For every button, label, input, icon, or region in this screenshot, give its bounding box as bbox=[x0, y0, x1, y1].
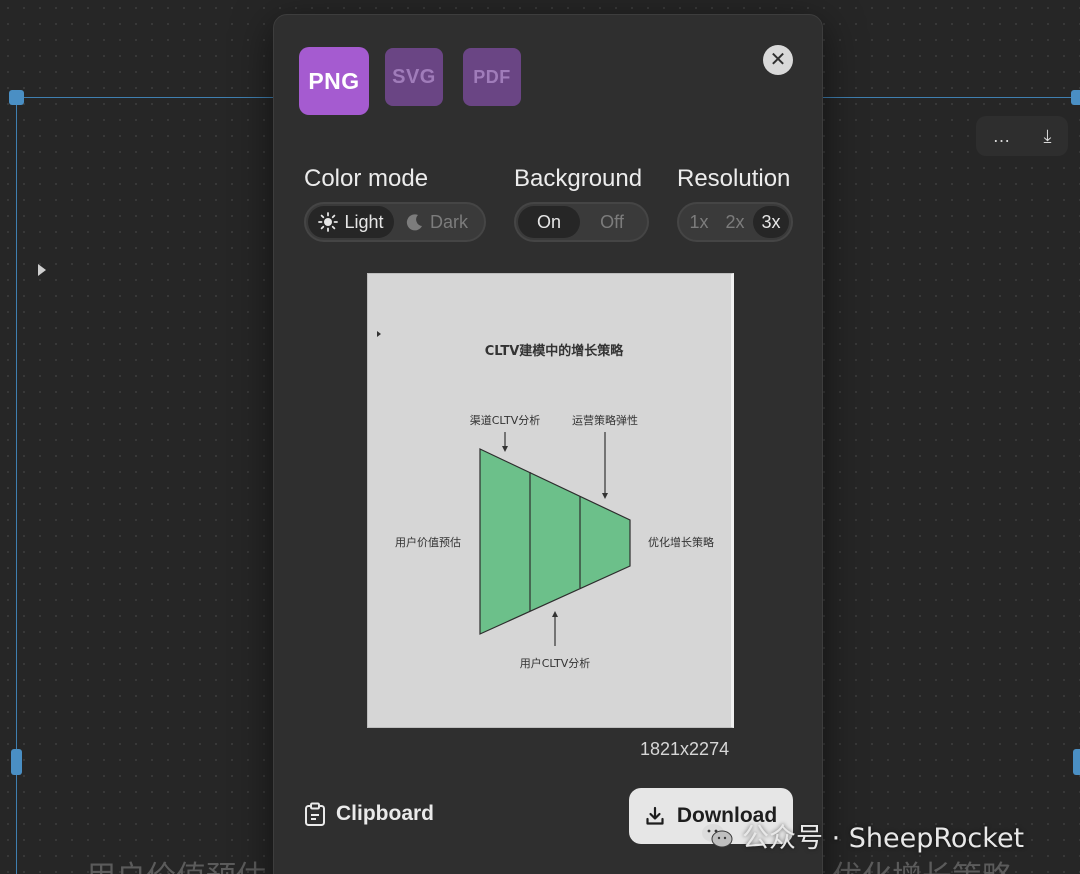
selection-handle-top-left[interactable] bbox=[9, 90, 24, 105]
close-icon: ✕ bbox=[769, 49, 787, 71]
moon-icon bbox=[406, 214, 422, 231]
preview-marker-icon bbox=[377, 331, 381, 337]
background-off-option[interactable]: Off bbox=[580, 206, 644, 238]
canvas-toolbar: … ⤓ bbox=[976, 116, 1068, 156]
sun-icon bbox=[318, 212, 339, 232]
preview-label-top-left: 渠道CLTV分析 bbox=[470, 413, 541, 427]
arrowhead-top-left bbox=[502, 446, 508, 452]
resolution-label: Resolution bbox=[677, 165, 791, 192]
arrowhead-bottom bbox=[552, 611, 558, 617]
preview-label-right: 优化增长策略 bbox=[648, 535, 714, 549]
canvas-text-right: 优化增长策略 bbox=[832, 852, 1012, 874]
download-icon[interactable]: ⤓ bbox=[1044, 126, 1052, 147]
more-icon[interactable]: … bbox=[993, 126, 1011, 147]
preview-title: CLTV建模中的增长策略 bbox=[485, 343, 625, 359]
background-on-option[interactable]: On bbox=[518, 206, 580, 238]
download-arrow-icon bbox=[646, 806, 664, 825]
resolution-2x-option[interactable]: 2x bbox=[717, 206, 753, 238]
clipboard-icon bbox=[305, 802, 325, 826]
close-button[interactable]: ✕ bbox=[763, 45, 793, 75]
clipboard-label: Clipboard bbox=[336, 802, 434, 825]
format-pdf-button[interactable]: PDF bbox=[463, 48, 521, 106]
export-preview: CLTV建模中的增长策略 渠道CLTV分析 运营策略弹性 用户价值预估 优化增长… bbox=[367, 273, 734, 728]
background-label: Background bbox=[514, 165, 643, 192]
color-mode-dark-option[interactable]: Dark bbox=[394, 206, 480, 238]
clipboard-button[interactable]: Clipboard bbox=[304, 802, 434, 826]
preview-diagram: CLTV建模中的增长策略 渠道CLTV分析 运营策略弹性 用户价值预估 优化增长… bbox=[377, 331, 714, 670]
selection-handle-right[interactable] bbox=[1073, 749, 1080, 775]
wechat-icon bbox=[702, 823, 733, 847]
preview-label-left: 用户价值预估 bbox=[395, 535, 461, 549]
selection-handle-top-right[interactable] bbox=[1071, 90, 1080, 105]
preview-label-top-right: 运营策略弹性 bbox=[572, 413, 638, 427]
color-mode-toggle: Light Dark bbox=[304, 202, 486, 242]
selection-handle-left[interactable] bbox=[11, 749, 22, 775]
format-svg-button[interactable]: SVG bbox=[385, 48, 443, 106]
background-toggle: On Off bbox=[514, 202, 649, 242]
watermark-text: 公众号 · SheepRocket bbox=[742, 823, 1025, 854]
collapse-arrow-icon[interactable] bbox=[36, 262, 48, 281]
format-png-button[interactable]: PNG bbox=[299, 47, 369, 115]
export-modal: PNG SVG PDF ✕ Color mode Light Dark Back… bbox=[273, 14, 823, 874]
preview-label-bottom: 用户CLTV分析 bbox=[520, 656, 591, 670]
light-label: Light bbox=[344, 211, 384, 232]
canvas-text-left: 用户价值预估 bbox=[86, 852, 266, 874]
image-dimensions: 1821x2274 bbox=[640, 739, 730, 759]
watermark: 公众号 · SheepRocket bbox=[700, 816, 1024, 855]
arrowhead-top-right bbox=[602, 493, 608, 499]
resolution-toggle: 1x 2x 3x bbox=[677, 202, 793, 242]
color-mode-label: Color mode bbox=[304, 165, 429, 192]
funnel-shape bbox=[479, 448, 631, 635]
resolution-3x-option[interactable]: 3x bbox=[753, 206, 789, 238]
dark-label: Dark bbox=[429, 211, 468, 232]
resolution-1x-option[interactable]: 1x bbox=[681, 206, 717, 238]
color-mode-light-option[interactable]: Light bbox=[308, 206, 394, 238]
